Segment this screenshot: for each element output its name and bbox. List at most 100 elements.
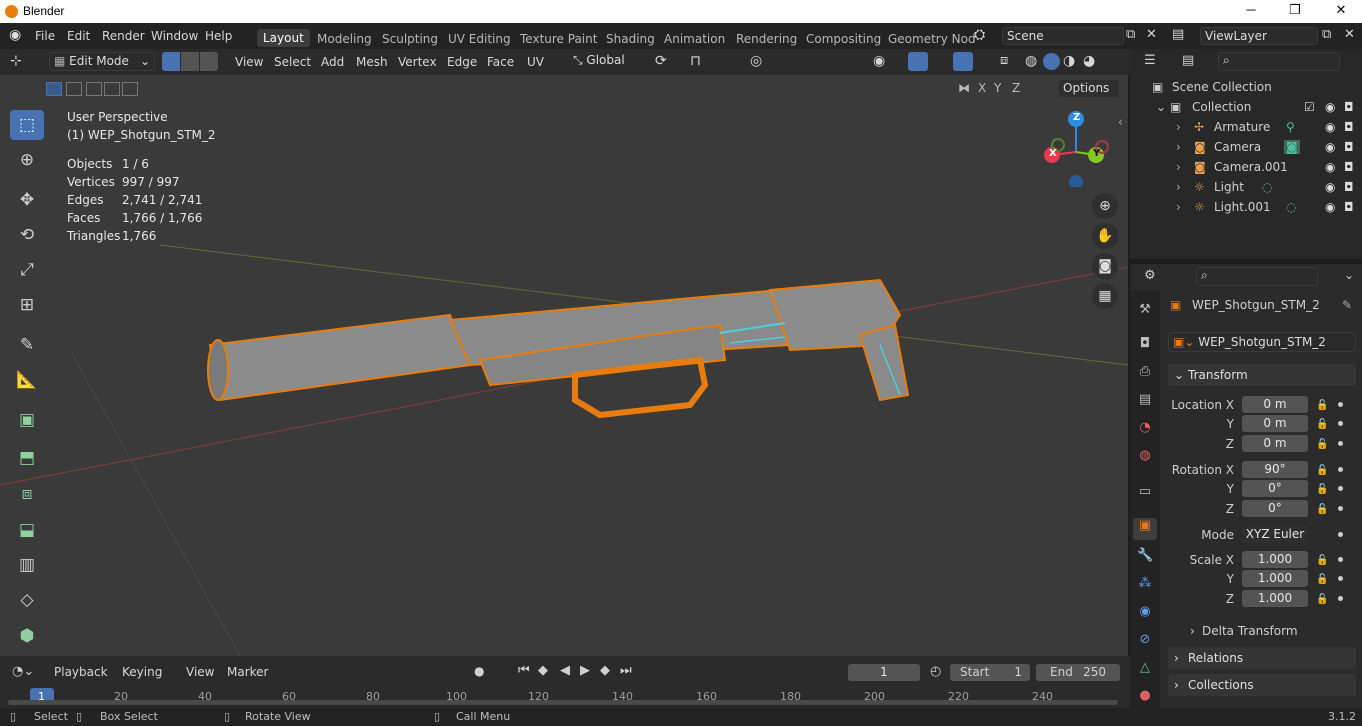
transform-tool-icon[interactable]: ⊞ — [10, 290, 44, 320]
transform-panel-header[interactable]: ⌄ Transform — [1168, 364, 1356, 386]
gizmo-toggle-button[interactable] — [908, 52, 928, 71]
outliner-scene-collection[interactable]: ▣ Scene Collection — [1130, 77, 1362, 97]
lock-icon[interactable]: 🔓 — [1316, 400, 1328, 411]
render-tab-icon[interactable]: ◘ — [1137, 336, 1153, 352]
eye-icon[interactable]: ◉ — [1325, 100, 1335, 114]
viewlayer-field[interactable]: ViewLayer — [1200, 27, 1318, 45]
world-tab-icon[interactable]: ◍ — [1137, 448, 1153, 464]
proportional-edit-icon[interactable]: ◎ — [750, 53, 762, 69]
location-z-field[interactable]: 0 m — [1242, 435, 1308, 452]
editor-type-icon[interactable]: ⊹ — [10, 53, 22, 69]
eye-icon[interactable]: ◉ — [1325, 140, 1335, 154]
prev-keyframe-icon[interactable]: ◆ — [538, 663, 548, 678]
scale-x-field[interactable]: 1.000 — [1242, 551, 1308, 568]
extrude-tool-icon[interactable]: ⬒ — [10, 443, 44, 473]
render-camera-icon[interactable]: ◘ — [1344, 160, 1354, 174]
visibility-icon[interactable]: ◉ — [873, 53, 885, 69]
lock-icon[interactable]: 🔓 — [1316, 594, 1328, 605]
play-reverse-icon[interactable]: ◀ — [560, 663, 570, 678]
mirror-icon[interactable]: ⧓ — [958, 81, 970, 95]
eye-icon[interactable]: ◉ — [1325, 200, 1335, 214]
face-select-button[interactable] — [200, 52, 218, 71]
lock-icon[interactable]: 🔓 — [1316, 419, 1328, 430]
select-mode-invert-icon[interactable] — [104, 82, 120, 96]
tool-tab-icon[interactable]: ⚒ — [1137, 302, 1153, 318]
keyframe-dot-icon[interactable] — [1338, 576, 1343, 581]
menu-view[interactable]: View — [186, 665, 214, 679]
mirror-z-button[interactable]: Z — [1012, 81, 1020, 95]
relations-panel-header[interactable]: › Relations — [1168, 647, 1356, 669]
rotation-mode-dropdown[interactable]: XYZ Euler — [1242, 526, 1308, 543]
zoom-icon[interactable]: ⊕ — [1092, 193, 1118, 219]
new-viewlayer-icon[interactable]: ⧉ — [1322, 27, 1331, 42]
tab-modeling[interactable]: Modeling — [317, 32, 372, 46]
options-dropdown[interactable]: Options — [1058, 79, 1120, 98]
modifier-tab-icon[interactable]: 🔧 — [1137, 548, 1153, 564]
physics-tab-icon[interactable]: ◉ — [1137, 604, 1153, 620]
outliner-item-light-001[interactable]: › ☼ Light.001 ◌ ◉ ◘ — [1130, 197, 1362, 217]
menu-playback[interactable]: Playback — [54, 665, 108, 679]
knife-tool-icon[interactable]: ◇ — [10, 585, 44, 615]
mirror-y-button[interactable]: Y — [994, 81, 1001, 95]
properties-search-input[interactable]: ⌕ — [1196, 267, 1318, 286]
keyframe-dot-icon[interactable] — [1338, 467, 1343, 472]
keyframe-dot-icon[interactable] — [1338, 596, 1343, 601]
menu-vertex[interactable]: Vertex — [398, 55, 437, 69]
annotate-tool-icon[interactable]: ✎ — [10, 330, 44, 360]
outliner-item-camera-001[interactable]: › ◙ Camera.001 ◉ ◘ — [1130, 157, 1362, 177]
vertex-select-button[interactable] — [162, 52, 180, 71]
lock-icon[interactable]: 🔓 — [1316, 484, 1328, 495]
move-tool-icon[interactable]: ✥ — [10, 185, 44, 215]
tab-sculpting[interactable]: Sculpting — [382, 32, 438, 46]
outliner-item-camera[interactable]: › ◙ Camera ◙ ◉ ◘ — [1130, 137, 1362, 157]
add-cube-tool-icon[interactable]: ▣ — [10, 405, 44, 435]
current-frame-field[interactable]: 1 — [848, 664, 920, 681]
delete-scene-icon[interactable]: ✕ — [1146, 27, 1157, 42]
inset-tool-icon[interactable]: ⧈ — [10, 479, 44, 509]
pin-icon[interactable]: ✎ — [1342, 298, 1352, 312]
delete-viewlayer-icon[interactable]: ✕ — [1344, 27, 1355, 42]
object-tab-icon[interactable]: ▣ — [1133, 518, 1157, 540]
scale-tool-icon[interactable]: ⤢ — [10, 255, 44, 285]
outliner-editor-icon[interactable]: ☰ — [1144, 53, 1156, 68]
mode-dropdown[interactable]: ▦ Edit Mode ⌄ — [49, 52, 155, 71]
measure-tool-icon[interactable]: 📐 — [10, 365, 44, 395]
select-mode-intersect-icon[interactable] — [122, 82, 138, 96]
menu-edit[interactable]: Edit — [67, 29, 90, 43]
record-icon[interactable]: ● — [474, 664, 484, 678]
menu-add[interactable]: Add — [321, 55, 344, 69]
ortho-grid-icon[interactable]: ▦ — [1092, 283, 1118, 309]
tab-uv-editing[interactable]: UV Editing — [448, 32, 511, 46]
data-tab-icon[interactable]: △ — [1137, 660, 1153, 676]
outliner-item-armature[interactable]: › ✢ Armature ⚲ ◉ ◘ — [1130, 117, 1362, 137]
outliner-display-icon[interactable]: ▤ — [1182, 53, 1194, 68]
checkbox-icon[interactable]: ☑ — [1304, 100, 1315, 114]
snap-icon[interactable]: ⊓ — [690, 53, 701, 69]
outliner-item-light[interactable]: › ☼ Light ◌ ◉ ◘ — [1130, 177, 1362, 197]
menu-face[interactable]: Face — [487, 55, 514, 69]
rotation-x-field[interactable]: 90° — [1242, 461, 1308, 478]
poly-build-tool-icon[interactable]: ⬢ — [10, 621, 44, 651]
lock-icon[interactable]: 🔓 — [1316, 574, 1328, 585]
blender-menu-icon[interactable]: ◉ — [9, 27, 21, 43]
rotation-z-field[interactable]: 0° — [1242, 500, 1308, 517]
restore-button[interactable]: ❐ — [1280, 2, 1310, 20]
select-box-tool[interactable]: ⬚ — [10, 110, 44, 140]
particles-tab-icon[interactable]: ⁂ — [1137, 576, 1153, 592]
overlay-toggle-button[interactable] — [953, 52, 973, 71]
select-mode-extend-icon[interactable] — [66, 82, 82, 96]
tab-animation[interactable]: Animation — [664, 32, 725, 46]
lock-icon[interactable]: 🔓 — [1316, 465, 1328, 476]
bevel-tool-icon[interactable]: ⬓ — [10, 515, 44, 545]
jump-end-icon[interactable]: ⏭ — [620, 663, 632, 678]
timeline-scrollbar[interactable] — [8, 700, 1118, 705]
menu-help[interactable]: Help — [205, 29, 232, 43]
menu-marker[interactable]: Marker — [227, 665, 268, 679]
start-frame-field[interactable]: Start 1 — [950, 664, 1030, 681]
rendered-shading-icon[interactable]: ◕ — [1083, 53, 1095, 69]
pan-hand-icon[interactable]: ✋ — [1092, 223, 1118, 249]
lock-icon[interactable]: 🔓 — [1316, 504, 1328, 515]
menu-select[interactable]: Select — [274, 55, 311, 69]
rotation-y-field[interactable]: 0° — [1242, 480, 1308, 497]
end-frame-field[interactable]: End 250 — [1036, 664, 1120, 681]
